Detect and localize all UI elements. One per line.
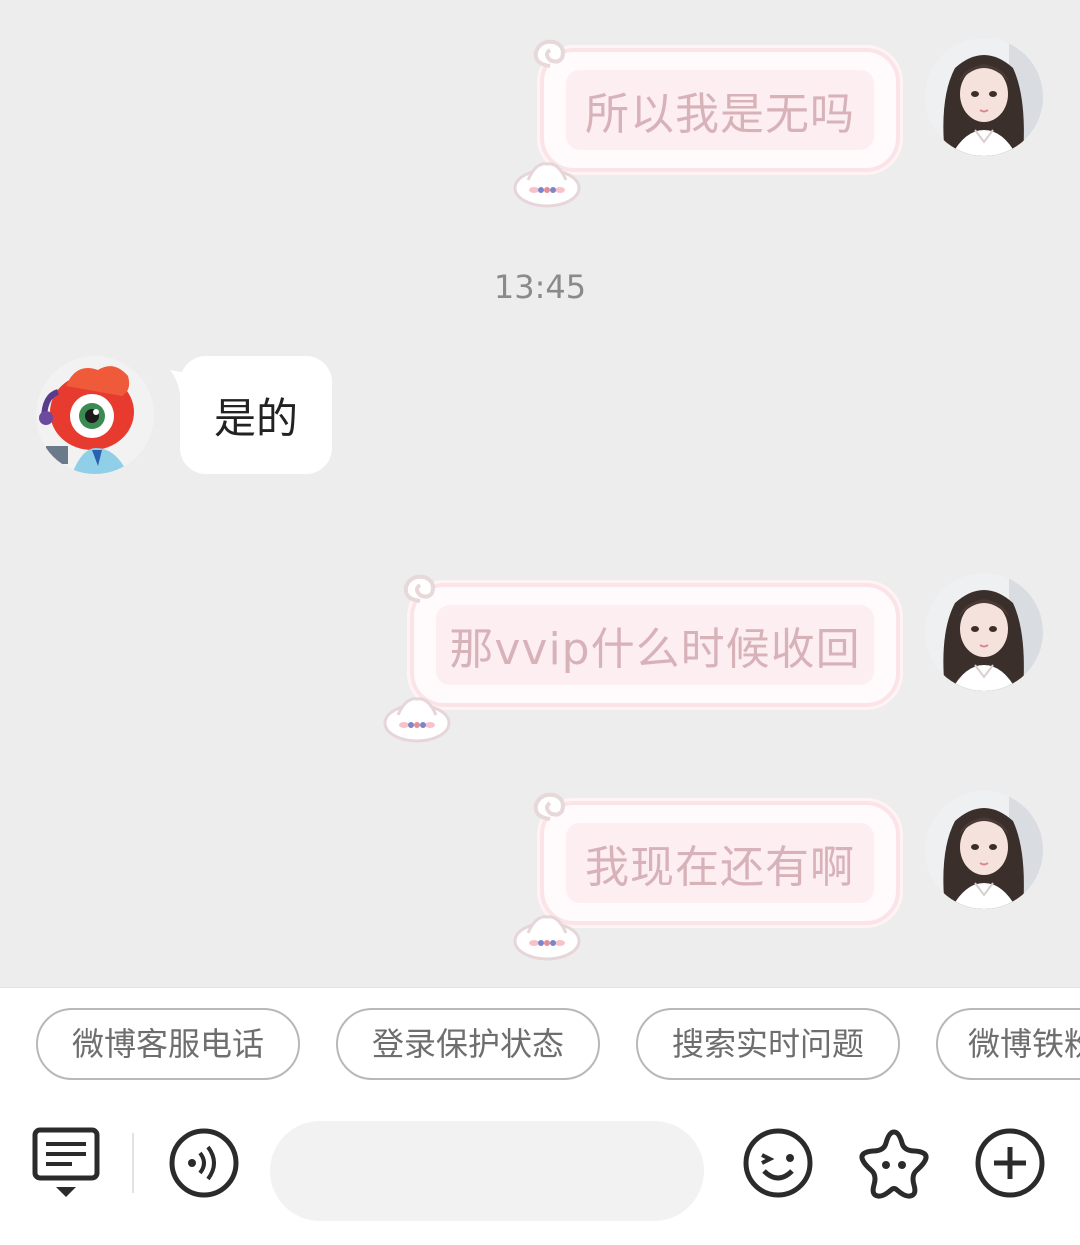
outgoing-message-bubble[interactable]: 那vvip什么时候收回 xyxy=(383,574,900,743)
message-text: 那vvip什么时候收回 xyxy=(449,624,861,675)
plus-icon[interactable] xyxy=(970,1123,1050,1203)
composer-area: 微博客服电话 登录保护状态 搜索实时问题 微博铁粉 xyxy=(0,987,1080,1245)
incoming-message-bubble[interactable]: 是的 xyxy=(170,356,332,474)
bun-decoration-icon xyxy=(383,697,451,743)
toolbar-divider xyxy=(132,1133,134,1193)
my-avatar[interactable] xyxy=(925,38,1043,156)
bun-decoration-icon xyxy=(513,915,581,961)
message-text: 所以我是无吗 xyxy=(585,89,855,140)
star-sticker-icon[interactable] xyxy=(854,1123,934,1203)
outgoing-message-bubble[interactable]: 所以我是无吗 xyxy=(513,39,900,208)
quick-reply-chip[interactable]: 搜索实时问题 xyxy=(636,1008,900,1080)
spiral-decoration-icon xyxy=(533,39,565,68)
quick-reply-chip[interactable]: 微博客服电话 xyxy=(36,1008,300,1080)
spiral-decoration-icon xyxy=(533,792,565,821)
message-text: 我现在还有啊 xyxy=(585,842,855,893)
bun-decoration-icon xyxy=(513,162,581,208)
message-text: 是的 xyxy=(213,393,298,443)
emoji-icon[interactable] xyxy=(738,1123,818,1203)
my-avatar[interactable] xyxy=(925,791,1043,909)
voice-icon[interactable] xyxy=(164,1123,244,1203)
message-timestamp: 13:45 xyxy=(493,268,587,306)
menu-list-icon[interactable] xyxy=(26,1123,106,1203)
spiral-decoration-icon xyxy=(403,574,435,603)
quick-reply-chip[interactable]: 微博铁粉 xyxy=(936,1008,1080,1080)
message-input[interactable] xyxy=(270,1121,704,1221)
input-toolbar xyxy=(0,1113,1080,1223)
my-avatar[interactable] xyxy=(925,573,1043,691)
quick-reply-chip[interactable]: 登录保护状态 xyxy=(336,1008,600,1080)
outgoing-message-bubble[interactable]: 我现在还有啊 xyxy=(513,792,900,961)
quick-reply-bar[interactable]: 微博客服电话 登录保护状态 搜索实时问题 微博铁粉 xyxy=(0,1008,1080,1080)
bubble-tail xyxy=(170,370,192,394)
service-avatar[interactable] xyxy=(36,356,154,474)
chat-area[interactable]: 所以我是无吗 13:45 是的 那vvip什么时候收回 我现在还有啊 xyxy=(0,0,1080,987)
